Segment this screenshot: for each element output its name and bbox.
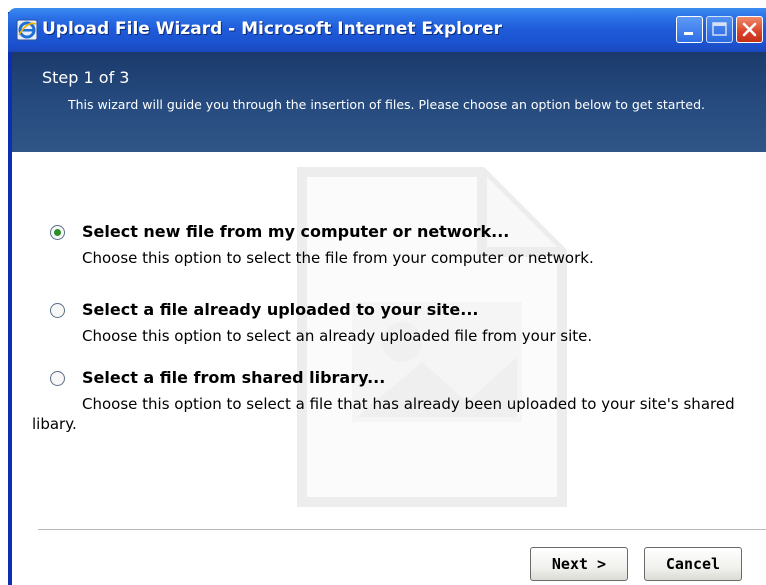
wizard-header: Step 1 of 3 This wizard will guide you t…	[12, 52, 766, 152]
radio-new-file[interactable]	[50, 225, 65, 240]
close-button[interactable]	[736, 16, 763, 43]
option-description: Choose this option to select the file fr…	[82, 249, 594, 267]
footer-divider	[38, 529, 766, 530]
radio-selected-dot	[54, 229, 61, 236]
radio-shared-library[interactable]	[50, 371, 65, 386]
option-label[interactable]: Select new file from my computer or netw…	[82, 222, 509, 241]
next-button[interactable]: Next >	[530, 547, 628, 581]
maximize-button[interactable]	[706, 16, 733, 43]
close-icon	[742, 22, 757, 37]
minimize-icon	[684, 32, 693, 35]
maximize-icon	[712, 22, 727, 36]
cancel-button[interactable]: Cancel	[644, 547, 742, 581]
option-description: Choose this option to select a file that…	[32, 395, 735, 433]
wizard-window: Upload File Wizard - Microsoft Internet …	[8, 8, 766, 585]
wizard-description: This wizard will guide you through the i…	[68, 97, 706, 112]
step-indicator: Step 1 of 3	[42, 68, 130, 87]
option-label[interactable]: Select a file from shared library...	[82, 368, 385, 387]
option-label[interactable]: Select a file already uploaded to your s…	[82, 300, 479, 319]
window-title: Upload File Wizard - Microsoft Internet …	[42, 19, 502, 39]
title-bar[interactable]: Upload File Wizard - Microsoft Internet …	[8, 8, 766, 52]
wizard-content: Select new file from my computer or netw…	[12, 152, 766, 585]
minimize-button[interactable]	[676, 16, 703, 43]
radio-uploaded-file[interactable]	[50, 303, 65, 318]
internet-explorer-icon	[16, 19, 38, 41]
option-description: Choose this option to select an already …	[82, 327, 593, 345]
